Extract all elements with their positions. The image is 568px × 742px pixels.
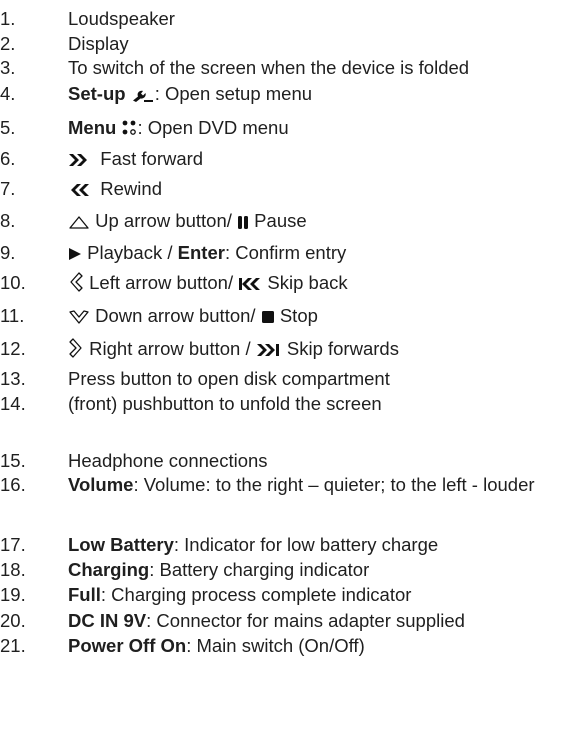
up-arrow-icon — [68, 214, 90, 230]
item-text: : Open DVD menu — [137, 117, 289, 138]
item-number: 18. — [0, 559, 26, 580]
item-description: Loudspeaker — [68, 6, 558, 31]
item-text: Right arrow button / — [84, 338, 256, 359]
item-description: (front) pushbutton to unfold the screen — [68, 391, 558, 416]
item-number: 20. — [0, 610, 26, 631]
item-text: Playback / — [82, 242, 178, 263]
numbered-parts-list: 1. Loudspeaker 2. Display 3. To switch of the… — [0, 0, 568, 742]
item-text: Rewind — [90, 178, 162, 199]
item-text: : Indicator for low battery charge — [173, 534, 439, 555]
right-arrow-icon — [68, 338, 84, 358]
fast-forward-icon — [68, 152, 90, 168]
item-number: 3. — [0, 57, 16, 78]
item-number: 14. — [0, 393, 26, 414]
item-description: Volume: Volume: to the right – quieter; … — [68, 472, 558, 497]
item-text: Headphone connections — [68, 450, 268, 471]
item-label-bold: DC IN 9V — [68, 610, 147, 631]
item-number: 21. — [0, 635, 26, 656]
item-text: Skip forwards — [281, 338, 399, 359]
item-text: : Connector for mains adapter supplied — [146, 610, 465, 631]
item-number: 15. — [0, 450, 26, 471]
item-number: 9. — [0, 242, 16, 263]
item-description: Press button to open disk compartment — [68, 366, 558, 391]
item-number: 5. — [0, 117, 16, 138]
item-text: : Charging process complete indicator — [100, 584, 412, 605]
item-label-bold: Low Battery — [68, 534, 174, 555]
wrench-icon — [131, 87, 155, 103]
item-text: Press button to open disk compartment — [68, 368, 390, 389]
item-text: Fast forward — [90, 148, 204, 169]
rewind-icon — [68, 182, 90, 198]
item-number: 11. — [0, 305, 25, 326]
item-description: Menu : Open DVD menu — [68, 115, 558, 140]
item-description: To switch of the screen when the device … — [68, 55, 558, 80]
item-text: : Volume: to the right – quieter; to the… — [133, 474, 535, 495]
item-label-bold: Charging — [68, 559, 150, 580]
item-description: Full: Charging process complete indicato… — [68, 582, 558, 607]
item-description: Right arrow button / Skip forwards — [68, 336, 558, 361]
item-number: 16. — [0, 474, 26, 495]
item-number: 2. — [0, 33, 16, 54]
item-description: Headphone connections — [68, 448, 558, 473]
item-text: Up arrow button/ — [90, 210, 238, 231]
item-description: Set-up : Open setup menu — [68, 81, 558, 106]
item-text: Left arrow button/ — [84, 272, 239, 293]
skip-forward-icon — [256, 342, 282, 358]
item-text: Skip back — [262, 272, 348, 293]
item-text: Down arrow button/ — [90, 305, 261, 326]
down-arrow-icon — [68, 309, 90, 325]
pause-icon — [237, 214, 249, 230]
item-description: Low Battery: Indicator for low battery c… — [68, 532, 558, 557]
item-label-bold: Full — [68, 584, 101, 605]
item-label-bold: Power Off On — [68, 635, 187, 656]
item-description: Rewind — [68, 176, 558, 201]
skip-back-icon — [238, 276, 262, 292]
item-number: 17. — [0, 534, 26, 555]
item-number: 1. — [0, 8, 16, 29]
item-description: Fast forward — [68, 146, 558, 171]
item-description: DC IN 9V: Connector for mains adapter su… — [68, 608, 558, 633]
item-text: Pause — [249, 210, 307, 231]
item-text: : Battery charging indicator — [149, 559, 370, 580]
item-label-bold: Enter — [177, 242, 225, 263]
item-label-bold: Set-up — [68, 83, 131, 104]
item-description: Charging: Battery charging indicator — [68, 557, 558, 582]
item-text: Display — [68, 33, 129, 54]
item-description: Up arrow button/ Pause — [68, 208, 558, 233]
menu-dots-icon — [121, 119, 137, 137]
item-number: 8. — [0, 210, 16, 231]
stop-icon — [261, 309, 275, 325]
item-description: Power Off On: Main switch (On/Off) — [68, 633, 558, 658]
item-number: 19. — [0, 584, 26, 605]
play-icon — [68, 246, 82, 262]
item-text: : Open setup menu — [154, 83, 313, 104]
item-description: Playback / Enter: Confirm entry — [68, 240, 558, 265]
item-text: Loudspeaker — [68, 8, 175, 29]
item-text: : Confirm entry — [224, 242, 347, 263]
item-text: To switch of the screen when the device … — [68, 57, 470, 78]
item-text: (front) pushbutton to unfold the screen — [68, 393, 382, 414]
item-description: Left arrow button/ Skip back — [68, 270, 558, 295]
item-number: 7. — [0, 178, 16, 199]
item-number: 12. — [0, 338, 26, 359]
item-label-bold: Menu — [68, 117, 122, 138]
item-number: 10. — [0, 272, 26, 293]
item-number: 4. — [0, 83, 16, 104]
item-label-bold: Volume — [68, 474, 134, 495]
item-description: Display — [68, 31, 558, 56]
item-number: 6. — [0, 148, 16, 169]
item-text: : Main switch (On/Off) — [186, 635, 365, 656]
item-text: Stop — [274, 305, 318, 326]
item-description: Down arrow button/ Stop — [68, 303, 558, 328]
item-number: 13. — [0, 368, 26, 389]
left-arrow-icon — [68, 272, 84, 292]
